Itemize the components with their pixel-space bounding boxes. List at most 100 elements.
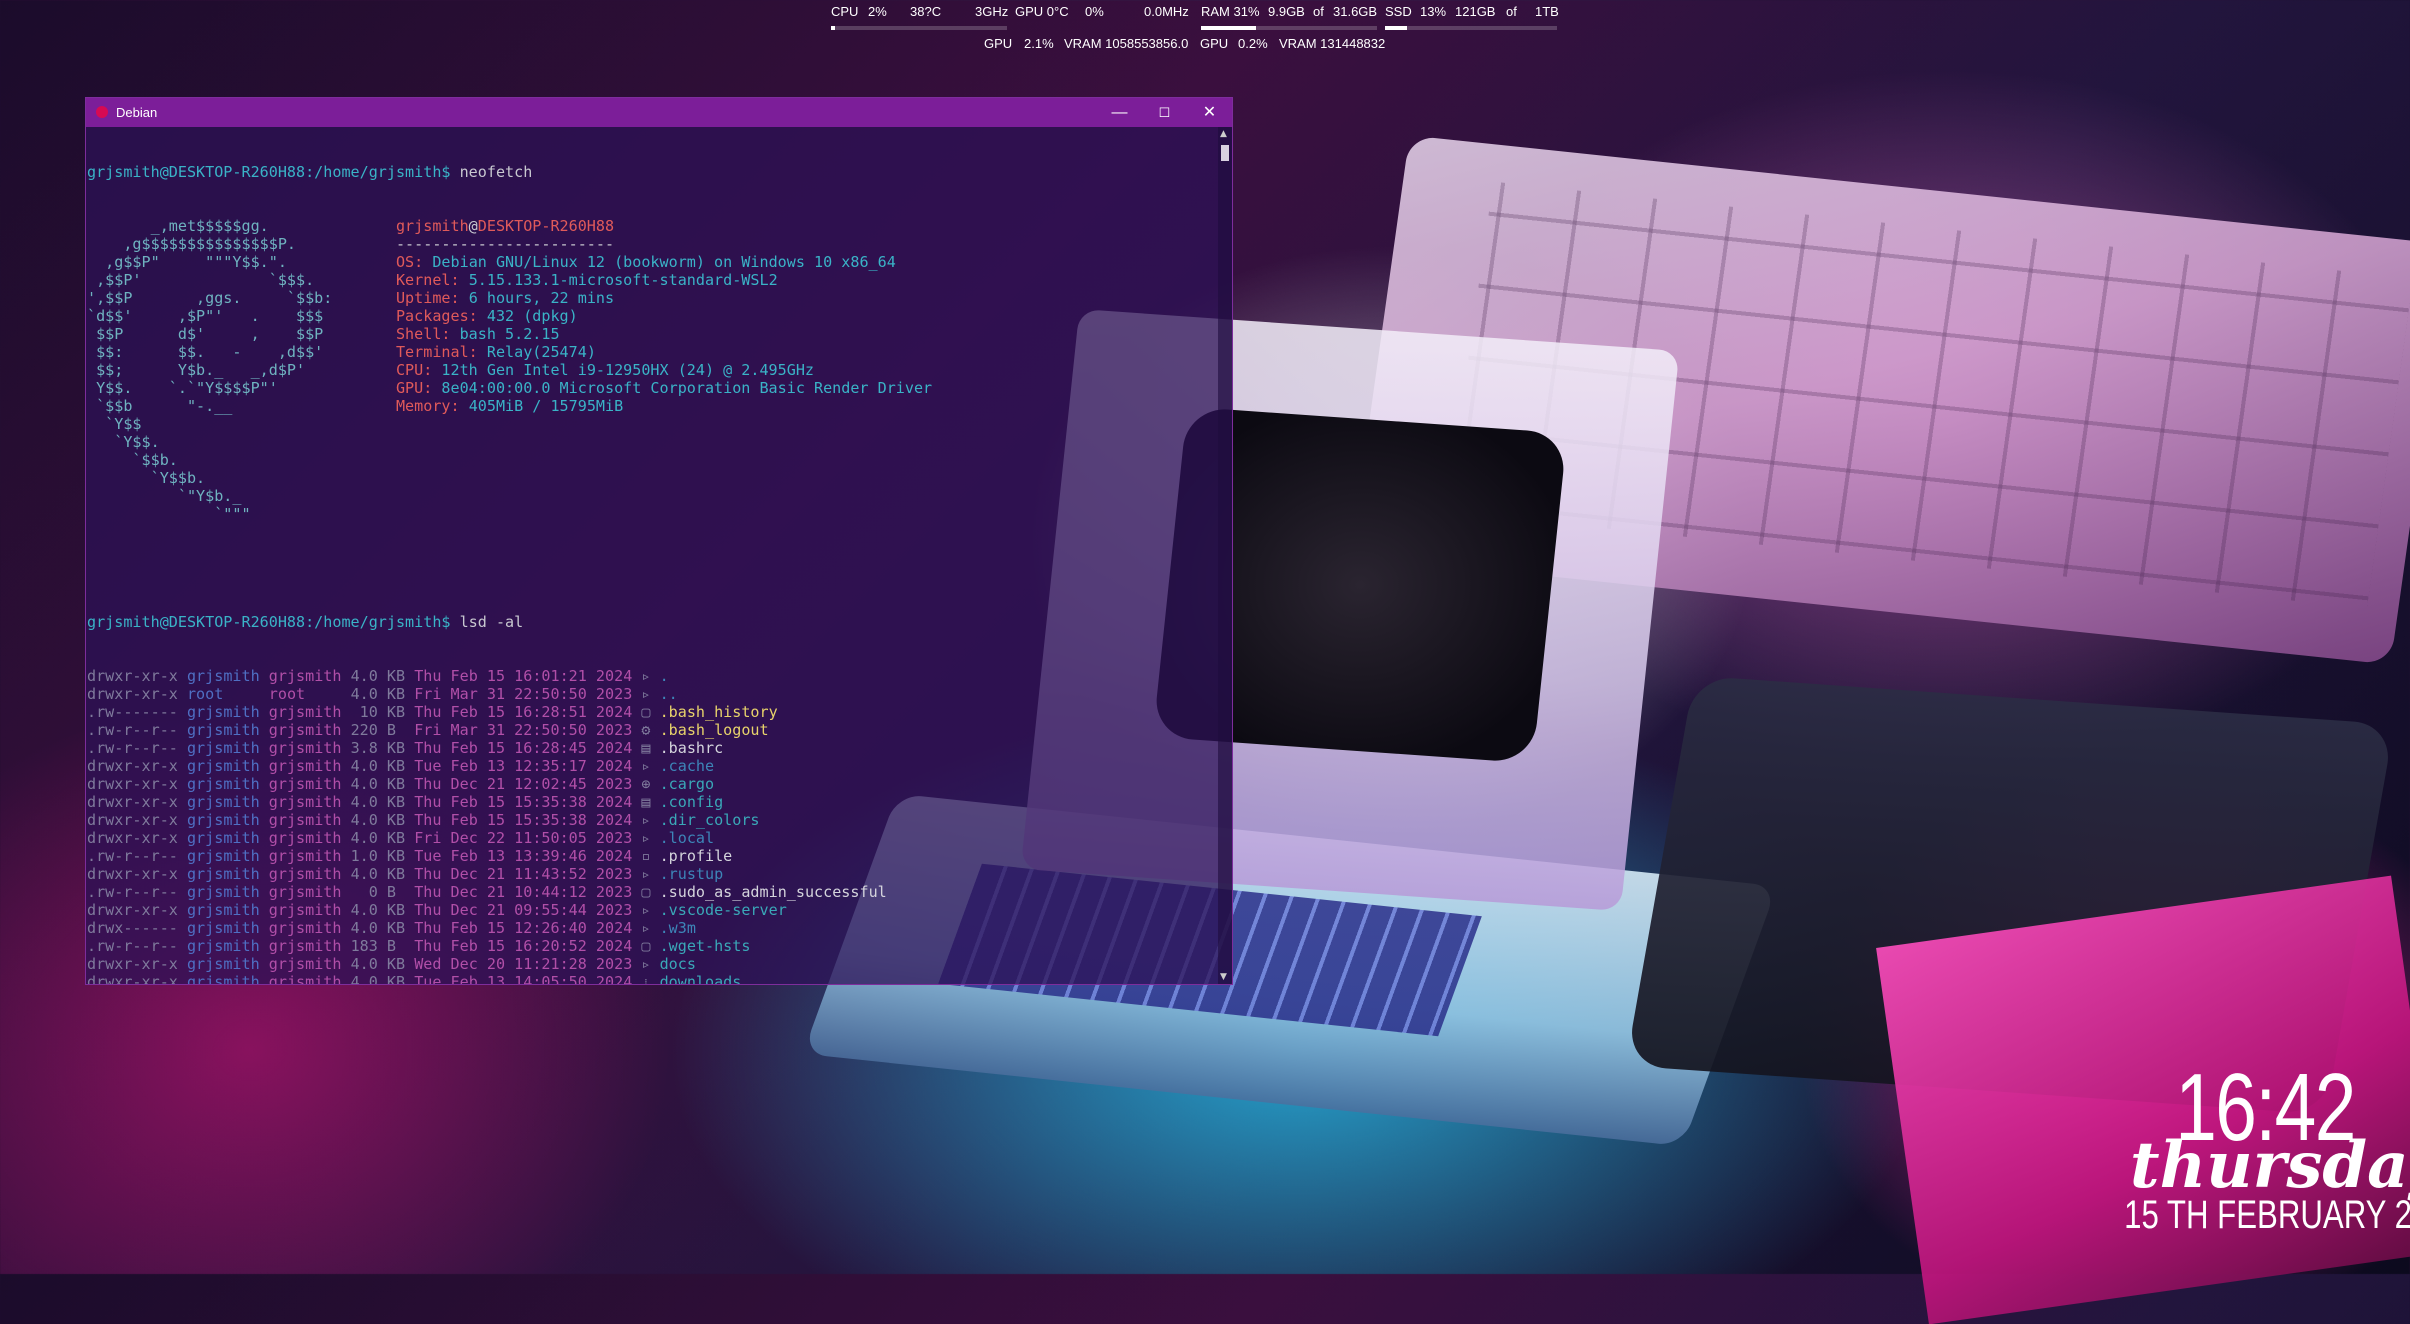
window-titlebar[interactable]: Debian — ☐ ✕ [86,98,1232,127]
ssd-percent: 13% [1420,4,1447,19]
file-name: .bashrc [659,739,724,757]
file-date: Fri Mar 31 22:50:50 2023 [414,685,633,703]
listing-row: drwx------ grjsmith grjsmith 4.0 KB Thu … [87,919,1218,937]
file-date: Thu Dec 21 10:44:12 2023 [414,883,633,901]
file-group: grjsmith [268,793,342,811]
file-type-icon: ▤ [641,793,651,811]
file-owner: grjsmith [186,847,260,865]
system-monitor-row-2: GPU 2.1% VRAM 1058553856.0 GPU 0.2% VRAM… [828,36,1558,54]
debian-logo-line: `d$$' ,$P"' . $$$ [87,307,396,325]
file-type-icon: ▢ [641,937,651,955]
minimize-button[interactable]: — [1097,98,1142,127]
debian-logo-line: $$; Y$b._ _,d$P' [87,361,396,379]
file-group: grjsmith [268,775,342,793]
neofetch-line: `Y$$b. [87,469,1218,487]
neofetch-line: `Y$$. [87,433,1218,451]
file-name: .bash_history [659,703,778,721]
gpu1-vram: VRAM 1058553856.0 [1064,36,1189,51]
debian-logo-line: ,$$P' `$$$. [87,271,396,289]
file-permissions: drwxr-xr-x [87,811,178,829]
gpu-label: GPU 0°C [1015,4,1069,19]
neofetch-value: 5.15.133.1-microsoft-standard-WSL2 [468,271,778,289]
neofetch-colon: : [414,253,433,271]
file-owner: grjsmith [186,973,260,984]
gpu-freq: 0.0MHz [1144,4,1189,19]
terminal-output[interactable]: grjsmith@DESKTOP-R260H88:/home/grjsmith$… [86,127,1218,984]
file-name: .w3m [659,919,696,937]
debian-logo-line: `Y$$ [87,415,396,433]
file-permissions: .rw------- [87,703,178,721]
file-type-icon: ▢ [641,703,651,721]
debian-logo-line: ,g$$P" """Y$$.". [87,253,396,271]
file-type-icon: ▹ [641,667,651,685]
file-size: 4.0 KB [350,757,406,775]
debian-logo-line: Y$$. `.`"Y$$$$P"' [87,379,396,397]
file-size: 3.8 KB [350,739,406,757]
file-listing: drwxr-xr-x grjsmith grjsmith 4.0 KB Thu … [87,667,1218,984]
neofetch-key: Memory [395,397,451,415]
file-date: Fri Dec 22 11:50:05 2023 [414,829,633,847]
neofetch-line: ,g$$P" """Y$$.". OS: Debian GNU/Linux 12… [87,253,1218,271]
neofetch-key: Terminal [395,343,469,361]
ram-meter [1201,26,1377,30]
file-permissions: .rw-r--r-- [87,739,178,757]
prompt-line-lsd: grjsmith@DESKTOP-R260H88:/home/grjsmith$… [87,613,1218,631]
file-permissions: drwxr-xr-x [87,829,178,847]
listing-row: drwxr-xr-x grjsmith grjsmith 4.0 KB Wed … [87,955,1218,973]
file-date: Thu Dec 21 11:43:52 2023 [414,865,633,883]
file-type-icon: ▹ [641,955,651,973]
file-size: 1.0 KB [350,847,406,865]
file-size: 4.0 KB [350,901,406,919]
neofetch-line: $$P d$' , $$P Shell: bash 5.2.15 [87,325,1218,343]
listing-row: .rw------- grjsmith grjsmith 10 KB Thu F… [87,703,1218,721]
system-monitor-bar: CPU 2% 38?C 3GHz GPU 0°C 0% 0.0MHz RAM 3… [828,4,1559,51]
neofetch-user: grjsmith [395,217,469,235]
file-type-icon: ⇣ [641,973,651,984]
terminal-window[interactable]: Debian — ☐ ✕ grjsmith@DESKTOP-R260H88:/h… [85,97,1233,985]
scroll-up-icon[interactable]: ▲ [1220,129,1230,139]
neofetch-value: 8e04:00:00.0 Microsoft Corporation Basic… [441,379,933,397]
file-owner: grjsmith [186,775,260,793]
file-size: 4.0 KB [350,865,406,883]
debian-logo-line: $$: $$. - ,d$$' [87,343,396,361]
terminal-scrollbar[interactable]: ▲ ▼ [1218,127,1232,984]
file-name: .. [659,685,678,703]
neofetch-line: `$$b. [87,451,1218,469]
file-owner: grjsmith [186,955,260,973]
listing-row: drwxr-xr-x grjsmith grjsmith 4.0 KB Thu … [87,667,1218,685]
file-date: Thu Feb 15 12:26:40 2024 [414,919,633,937]
debian-logo-line: `Y$$b. [87,469,396,487]
file-permissions: drwxr-xr-x [87,775,178,793]
file-size: 4.0 KB [350,793,406,811]
ram-label: RAM 31% [1201,4,1260,19]
file-permissions: .rw-r--r-- [87,883,178,901]
maximize-button[interactable]: ☐ [1142,98,1187,127]
debian-logo-line: `""" [87,505,396,523]
file-type-icon: ▹ [641,829,651,847]
file-type-icon: ▹ [641,685,651,703]
neofetch-value: Debian GNU/Linux 12 (bookworm) on Window… [432,253,896,271]
scrollbar-thumb[interactable] [1221,145,1229,161]
debian-icon [96,106,108,118]
file-group: grjsmith [268,847,342,865]
file-owner: grjsmith [186,829,260,847]
gpu2-vram: VRAM 131448832 [1279,36,1386,51]
file-owner: grjsmith [186,901,260,919]
debian-logo-line: ,g$$$$$$$$$$$$$$$P. [87,235,396,253]
scroll-down-icon[interactable]: ▼ [1220,972,1230,982]
neofetch-key: CPU [395,361,424,379]
neofetch-colon: : [468,343,487,361]
wallpaper-keyboard [1350,135,2410,665]
file-name: .sudo_as_admin_successful [659,883,887,901]
ssd-meter [1385,26,1557,30]
file-size: 4.0 KB [350,685,406,703]
neofetch-key: Packages [395,307,469,325]
file-owner: grjsmith [186,793,260,811]
ram-of: of [1313,4,1324,19]
file-permissions: drwxr-xr-x [87,973,178,984]
file-size: 183 B [350,937,406,955]
close-button[interactable]: ✕ [1187,98,1232,127]
file-group: grjsmith [268,937,342,955]
file-permissions: drwxr-xr-x [87,793,178,811]
file-date: Thu Feb 15 16:01:21 2024 [414,667,633,685]
